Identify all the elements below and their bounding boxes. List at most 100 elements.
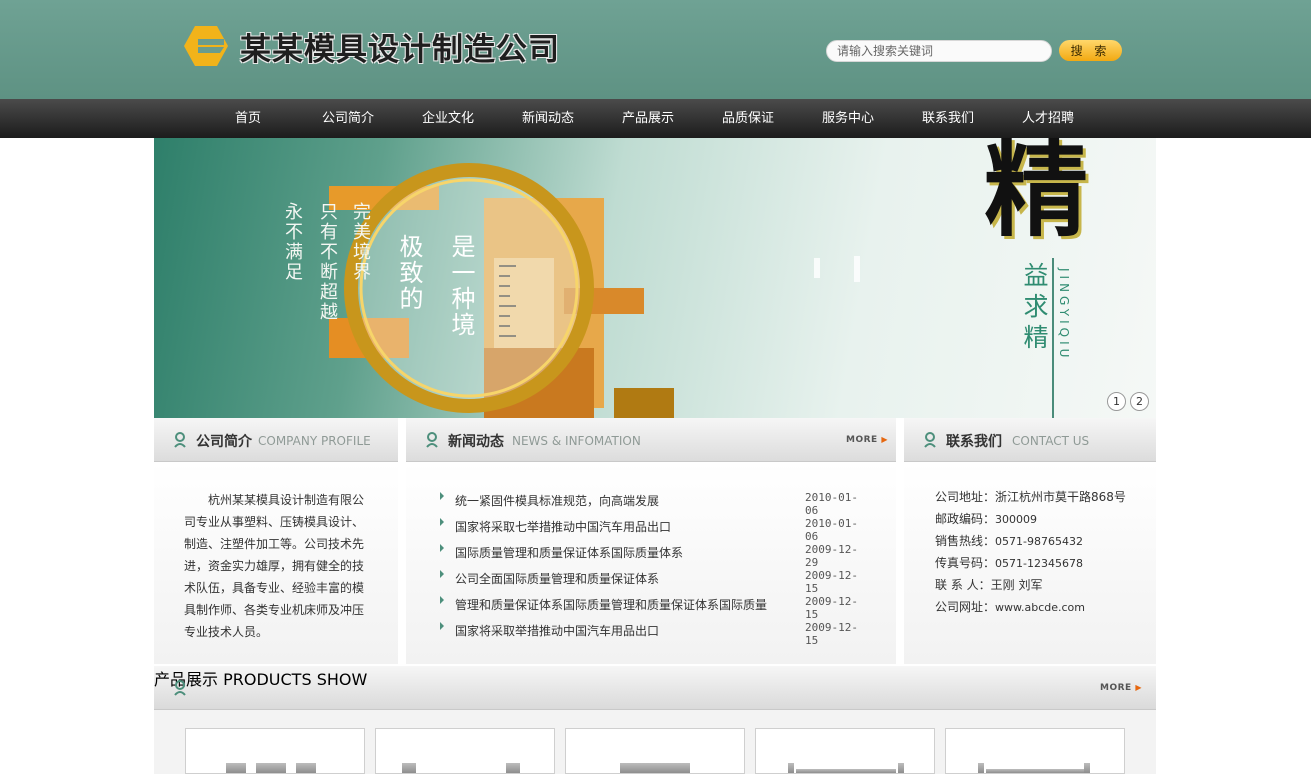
nav-item-quality[interactable]: 品质保证 — [698, 99, 798, 138]
news-title: 新闻动态 — [448, 434, 504, 450]
product-image — [898, 763, 904, 773]
products-more-button[interactable]: MORE ▶ — [1100, 683, 1142, 693]
main-nav: 首页 公司简介 企业文化 新闻动态 产品展示 品质保证 服务中心 联系我们 人才… — [0, 99, 1311, 138]
banner-pinyin: JINGYIQIU — [1057, 268, 1071, 362]
company-name[interactable]: 某某模具设计制造公司 — [240, 24, 560, 69]
product-thumbnail-2[interactable] — [375, 728, 555, 774]
product-image — [506, 763, 520, 773]
banner-slogan-5: 是一种境 — [447, 234, 475, 338]
contact-address: 公司地址：浙江杭州市莫干路868号 — [935, 488, 1126, 510]
contact-title: 联系我们 — [946, 434, 1002, 450]
location-pin-icon — [174, 432, 186, 448]
product-image — [256, 763, 286, 773]
location-pin-icon — [924, 432, 936, 448]
news-list: 统一紧固件模具标准规范，向高端发展 2010-01-06 国家将采取七举措推动中国… — [440, 487, 870, 647]
product-thumbnail-4[interactable] — [755, 728, 935, 774]
product-image — [1084, 763, 1090, 773]
product-thumbnail-1[interactable] — [185, 728, 365, 774]
nav-item-news[interactable]: 新闻动态 — [498, 99, 598, 138]
news-item[interactable]: 国际质量管理和质量保证体系国际质量体系 2009-12-29 — [440, 539, 870, 569]
news-item[interactable]: 国家将采取七举措推动中国汽车用品出口 2010-01-06 — [440, 513, 870, 543]
nav-item-contact[interactable]: 联系我们 — [898, 99, 998, 138]
bullet-arrow-icon — [440, 622, 444, 630]
news-item[interactable]: 公司全面国际质量管理和质量保证体系 2009-12-15 — [440, 565, 870, 595]
nav-item-company-profile[interactable]: 公司简介 — [298, 99, 398, 138]
contact-label: 联 系 人： — [935, 578, 991, 592]
contact-website-link[interactable]: www.abcde.com — [995, 601, 1085, 614]
products-title-en: PRODUCTS SHOW — [223, 670, 368, 689]
profile-title: 公司简介 — [196, 434, 252, 450]
news-more-label: MORE — [846, 435, 878, 445]
location-pin-icon — [426, 432, 438, 448]
contact-sales-phone: 销售热线：0571-98765432 — [935, 532, 1126, 554]
location-pin-icon — [174, 680, 186, 696]
nav-item-service[interactable]: 服务中心 — [798, 99, 898, 138]
contact-value: 王刚 刘军 — [990, 578, 1043, 592]
contact-value: 0571-98765432 — [995, 535, 1083, 548]
bullet-arrow-icon — [440, 518, 444, 526]
news-item-title[interactable]: 国家将采取举措推动中国汽车用品出口 — [455, 622, 659, 639]
news-item-date: 2009-12-15 — [805, 621, 858, 647]
product-image — [986, 769, 1086, 773]
product-image — [620, 763, 690, 773]
bullet-arrow-icon — [440, 570, 444, 578]
banner-slogan-2: 只有不断超越 — [317, 202, 338, 322]
news-item-title[interactable]: 国家将采取七举措推动中国汽车用品出口 — [455, 518, 671, 535]
hero-banner[interactable]: 永不满足 只有不断超越 完美境界 极致的 是一种境 精 益求精 JINGYIQI… — [154, 138, 1156, 418]
news-title-en: NEWS & INFOMATION — [512, 434, 641, 448]
arrow-right-icon: ▶ — [1135, 683, 1142, 692]
news-item-title[interactable]: 管理和质量保证体系国际质量管理和质量保证体系国际质量 — [455, 596, 767, 613]
nav-item-home[interactable]: 首页 — [198, 99, 298, 138]
product-image — [226, 763, 246, 773]
news-more-button[interactable]: MORE ▶ — [846, 435, 888, 445]
company-logo-icon[interactable] — [184, 26, 228, 66]
product-image — [296, 763, 316, 773]
profile-title-en: COMPANY PROFILE — [258, 434, 371, 448]
banner-subtitle: 益求精 — [1020, 262, 1049, 355]
news-item-title[interactable]: 公司全面国际质量管理和质量保证体系 — [455, 570, 659, 587]
banner-slogan-1: 永不满足 — [282, 202, 303, 282]
contact-label: 传真号码： — [935, 556, 996, 570]
products-header: 产品展示 PRODUCTS SHOW MORE ▶ — [154, 666, 1156, 710]
news-item[interactable]: 管理和质量保证体系国际质量管理和质量保证体系国际质量 2009-12-15 — [440, 591, 870, 621]
slide-dot-1[interactable]: 1 — [1107, 392, 1126, 411]
search-input[interactable] — [826, 40, 1052, 62]
banner-slogan-4: 极致的 — [395, 234, 423, 312]
nav-item-products[interactable]: 产品展示 — [598, 99, 698, 138]
product-image — [978, 763, 984, 773]
slide-dot-2[interactable]: 2 — [1130, 392, 1149, 411]
product-thumbnail-5[interactable] — [945, 728, 1125, 774]
news-item[interactable]: 统一紧固件模具标准规范，向高端发展 2010-01-06 — [440, 487, 870, 517]
contact-value: 0571-12345678 — [995, 557, 1083, 570]
nav-item-careers[interactable]: 人才招聘 — [998, 99, 1098, 138]
arrow-right-icon: ▶ — [881, 435, 888, 444]
news-header: 新闻动态 NEWS & INFOMATION MORE ▶ — [406, 418, 896, 462]
banner-divider — [1052, 258, 1054, 418]
search-button[interactable]: 搜 索 — [1059, 40, 1122, 61]
site-header: 某某模具设计制造公司 搜 索 — [0, 0, 1311, 99]
profile-text: 杭州某某模具设计制造有限公司专业从事塑料、压铸模具设计、制造、注塑件加工等。公司… — [184, 493, 365, 639]
contact-value: 浙江杭州市莫干路868号 — [995, 490, 1126, 504]
product-thumbnail-3[interactable] — [565, 728, 745, 774]
news-item[interactable]: 国家将采取举措推动中国汽车用品出口 2009-12-15 — [440, 617, 870, 647]
contact-postcode: 邮政编码：300009 — [935, 510, 1126, 532]
bullet-arrow-icon — [440, 544, 444, 552]
contact-list: 公司地址：浙江杭州市莫干路868号 邮政编码：300009 销售热线：0571-… — [935, 488, 1126, 620]
product-image — [788, 763, 794, 773]
products-more-label: MORE — [1100, 683, 1132, 693]
bullet-arrow-icon — [440, 492, 444, 500]
contact-label: 公司地址： — [935, 490, 996, 504]
banner-calligraphy: 精 — [984, 138, 1089, 251]
contact-header: 联系我们 CONTACT US — [904, 418, 1156, 462]
product-image — [796, 769, 896, 773]
product-image — [402, 763, 416, 773]
contact-label: 公司网址： — [935, 600, 996, 614]
contact-title-en: CONTACT US — [1012, 434, 1090, 448]
nav-item-culture[interactable]: 企业文化 — [398, 99, 498, 138]
contact-website: 公司网址：www.abcde.com — [935, 598, 1126, 620]
profile-header: 公司简介 COMPANY PROFILE — [154, 418, 398, 462]
bullet-arrow-icon — [440, 596, 444, 604]
news-item-title[interactable]: 国际质量管理和质量保证体系国际质量体系 — [455, 544, 683, 561]
news-item-title[interactable]: 统一紧固件模具标准规范，向高端发展 — [455, 492, 659, 509]
contact-value: 300009 — [995, 513, 1038, 526]
